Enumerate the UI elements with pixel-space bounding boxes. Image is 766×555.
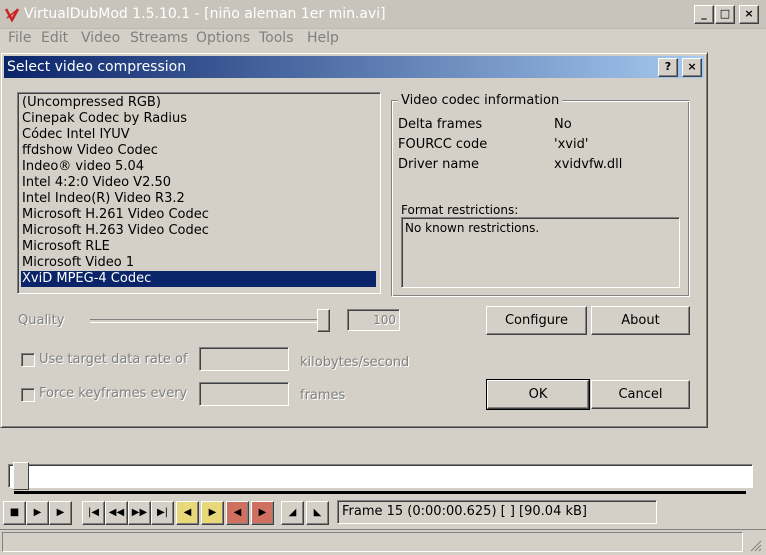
stop-icon[interactable]: ■: [3, 501, 26, 525]
ok-button[interactable]: OK: [486, 379, 590, 410]
delta-frames-label: Delta frames: [398, 117, 483, 132]
codec-item[interactable]: Intel Indeo(R) Video R3.2: [22, 191, 376, 207]
codec-item[interactable]: Microsoft H.263 Video Codec: [22, 223, 376, 239]
step-back-icon[interactable]: ◀◀: [105, 501, 128, 525]
play-input-icon[interactable]: ▶: [26, 501, 49, 525]
prev-keyframe-icon[interactable]: ◀: [176, 501, 199, 525]
timeline-ruler: [14, 491, 746, 494]
codec-item[interactable]: Cinepak Codec by Radius: [22, 111, 376, 127]
fourcc-value: 'xvid': [554, 137, 589, 152]
target-rate-unit: kilobytes/second: [300, 355, 410, 370]
menu-file[interactable]: File: [8, 30, 31, 46]
quality-label: Quality: [18, 313, 65, 328]
menu-edit[interactable]: Edit: [41, 30, 68, 46]
format-restrictions-label: Format restrictions:: [401, 203, 519, 217]
menu-help[interactable]: Help: [307, 30, 339, 46]
go-end-icon[interactable]: ▶|: [151, 501, 174, 525]
codec-item[interactable]: Indeo® video 5.04: [22, 159, 376, 175]
codec-item[interactable]: Intel 4:2:0 Video V2.50: [22, 175, 376, 191]
next-keyframe-icon[interactable]: ▶: [201, 501, 224, 525]
force-keyframes-label: Force keyframes every: [39, 386, 188, 401]
quality-slider-track: [90, 319, 330, 323]
mark-out-icon[interactable]: ◣: [306, 501, 329, 525]
step-forward-icon[interactable]: ▶▶: [128, 501, 151, 525]
fourcc-label: FOURCC code: [398, 137, 488, 152]
codec-item[interactable]: (Uncompressed RGB): [22, 95, 376, 111]
menu-options[interactable]: Options: [196, 30, 250, 46]
frame-status-text: Frame 15 (0:00:00.625) [ ] [90.04 kB]: [342, 504, 587, 519]
keyframes-field[interactable]: [199, 382, 289, 406]
virtualdub-icon: [4, 6, 20, 23]
menu-streams[interactable]: Streams: [130, 30, 188, 46]
driver-name-label: Driver name: [398, 157, 480, 172]
codec-item[interactable]: Códec Intel IYUV: [22, 127, 376, 143]
dialog-title-bar: Select video compression ? ×: [4, 56, 704, 78]
configure-button[interactable]: Configure: [486, 306, 587, 335]
close-button[interactable]: ×: [739, 5, 759, 24]
minimize-button[interactable]: _: [694, 5, 714, 24]
mark-in-icon[interactable]: ◢: [281, 501, 304, 525]
menu-bar: File Edit Video Streams Options Tools He…: [0, 28, 766, 50]
quality-value: 100: [373, 313, 396, 327]
driver-name-value: xvidvfw.dll: [554, 157, 623, 172]
codec-item[interactable]: Microsoft H.261 Video Codec: [22, 207, 376, 223]
status-bar: [0, 529, 766, 554]
cancel-button[interactable]: Cancel: [591, 380, 690, 409]
dialog-close-button[interactable]: ×: [682, 58, 702, 77]
menu-tools[interactable]: Tools: [259, 30, 294, 46]
status-pane: [2, 532, 743, 552]
use-target-rate-checkbox[interactable]: [21, 353, 35, 367]
main-window-title: VirtualDubMod 1.5.10.1 - [niño aleman 1e…: [24, 6, 386, 22]
quality-value-field[interactable]: 100: [347, 309, 400, 331]
prev-scene-icon[interactable]: ◀: [226, 501, 249, 525]
select-video-compression-dialog: Select video compression ? × (Uncompress…: [0, 52, 708, 428]
target-rate-field[interactable]: [199, 347, 289, 371]
codec-item[interactable]: Microsoft Video 1: [22, 255, 376, 271]
keyframes-unit: frames: [300, 388, 346, 403]
main-title-bar: VirtualDubMod 1.5.10.1 - [niño aleman 1e…: [0, 0, 766, 29]
codec-list[interactable]: (Uncompressed RGB) Cinepak Codec by Radi…: [17, 92, 381, 294]
use-target-rate-label: Use target data rate of: [39, 352, 188, 367]
quality-slider-thumb[interactable]: [317, 309, 330, 332]
go-start-icon[interactable]: |◀: [82, 501, 105, 525]
codec-item[interactable]: ffdshow Video Codec: [22, 143, 376, 159]
about-button[interactable]: About: [591, 306, 690, 335]
dialog-title: Select video compression: [7, 59, 187, 75]
force-keyframes-checkbox[interactable]: [21, 388, 35, 402]
timeline-track[interactable]: [8, 464, 753, 488]
timeline-thumb[interactable]: [13, 462, 29, 490]
help-button[interactable]: ?: [658, 58, 678, 77]
format-restrictions-text: No known restrictions.: [405, 221, 540, 235]
codec-item-selected[interactable]: XviD MPEG-4 Codec: [21, 271, 376, 287]
resize-grip-icon[interactable]: [748, 538, 762, 552]
play-output-icon[interactable]: ▶: [49, 501, 72, 525]
delta-frames-value: No: [554, 117, 572, 132]
frame-indicator: Frame 15 (0:00:00.625) [ ] [90.04 kB]: [337, 500, 657, 524]
maximize-button[interactable]: □: [715, 5, 735, 24]
format-restrictions-box: No known restrictions.: [401, 217, 680, 288]
codec-info-legend: Video codec information: [398, 93, 563, 108]
next-scene-icon[interactable]: ▶: [251, 501, 274, 525]
codec-item[interactable]: Microsoft RLE: [22, 239, 376, 255]
menu-video[interactable]: Video: [81, 30, 120, 46]
